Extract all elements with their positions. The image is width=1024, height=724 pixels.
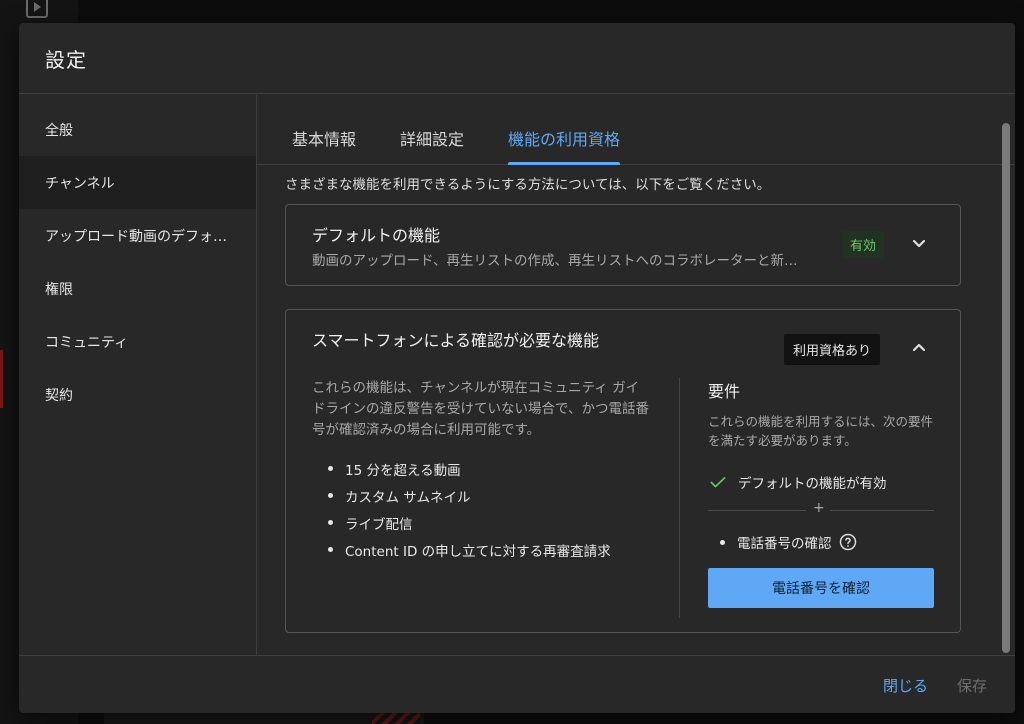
- plus-icon: +: [813, 500, 825, 516]
- card-subtitle: 動画のアップロード、再生リストの作成、再生リストへのコラボレーターと新…: [312, 253, 798, 269]
- card-title: デフォルトの機能: [312, 226, 441, 245]
- intro-text: さまざまな機能を利用できるようにする方法については、以下をご覧ください。: [285, 177, 771, 193]
- close-button[interactable]: 閉じる: [883, 675, 928, 696]
- sidebar-item-label: アップロード動画のデフォ…: [45, 228, 227, 245]
- status-badge: 有効: [842, 231, 885, 258]
- tab-bar: 基本情報 詳細設定 機能の利用資格: [257, 95, 1015, 165]
- tab-feature-eligibility[interactable]: 機能の利用資格: [508, 126, 621, 165]
- sidebar-item-label: 全般: [45, 122, 73, 139]
- sidebar-item-permissions[interactable]: 権限: [19, 262, 256, 315]
- card-title: スマートフォンによる確認が必要な機能: [312, 331, 600, 350]
- sidebar-item-label: コミュニティ: [45, 334, 129, 351]
- sidebar-item-channel[interactable]: チャンネル: [19, 156, 256, 209]
- help-icon[interactable]: [838, 532, 858, 552]
- requirement-separator: +: [708, 500, 934, 517]
- video-library-icon: [26, 0, 48, 18]
- bullet: [720, 539, 725, 545]
- status-badge: 利用資格あり: [784, 334, 881, 365]
- scrollbar[interactable]: [1002, 123, 1010, 653]
- phone-verification-card: スマートフォンによる確認が必要な機能 利用資格あり これらの機能は、チャンネルが…: [285, 309, 961, 633]
- dialog-title: 設定: [45, 47, 87, 72]
- requirements-title: 要件: [708, 382, 741, 401]
- list-item: Content ID の申し立てに対する再審査請求: [312, 536, 652, 563]
- verify-phone-button[interactable]: 電話番号を確認: [708, 568, 934, 608]
- requirement-label: デフォルトの機能が有効: [738, 476, 887, 492]
- requirement-pending: 電話番号の確認: [708, 532, 934, 552]
- dialog-body: 全般 チャンネル アップロード動画のデフォ… 権限 コミュニティ 契約 基本情報…: [19, 95, 1015, 655]
- requirements-section: 要件 これらの機能を利用するには、次の要件を満たす必要があります。 デフォルトの…: [708, 378, 934, 552]
- tab-advanced-settings[interactable]: 詳細設定: [400, 126, 464, 164]
- features-description: これらの機能は、チャンネルが現在コミュニティ ガイドラインの違反警告を受けていな…: [312, 380, 649, 438]
- requirement-label: 電話番号の確認: [737, 536, 832, 552]
- background-accent-line: [0, 350, 3, 408]
- sidebar-item-label: 契約: [45, 387, 73, 404]
- channel-settings-panel: 基本情報 詳細設定 機能の利用資格 さまざまな機能を利用できるようにする方法につ…: [257, 95, 1015, 655]
- feature-list: 15 分を超える動画 カスタム サムネイル ライブ配信 Content ID の…: [312, 455, 652, 563]
- tab-basic-info[interactable]: 基本情報: [292, 126, 356, 164]
- default-features-card[interactable]: デフォルトの機能 動画のアップロード、再生リストの作成、再生リストへのコラボレー…: [285, 204, 961, 286]
- save-button[interactable]: 保存: [957, 675, 987, 696]
- requirement-met: デフォルトの機能が有効: [708, 472, 934, 492]
- sidebar-item-agreements[interactable]: 契約: [19, 368, 256, 421]
- sidebar-item-community[interactable]: コミュニティ: [19, 315, 256, 368]
- list-item: ライブ配信: [312, 509, 652, 536]
- dialog-footer: 閉じる 保存: [19, 655, 1015, 713]
- list-item: カスタム サムネイル: [312, 482, 652, 509]
- chevron-down-icon[interactable]: [907, 231, 931, 255]
- list-item: 15 分を超える動画: [312, 455, 652, 482]
- section-divider: [679, 378, 680, 618]
- sidebar-item-label: 権限: [45, 281, 73, 298]
- sidebar-item-general[interactable]: 全般: [19, 103, 256, 156]
- features-section: これらの機能は、チャンネルが現在コミュニティ ガイドラインの違反警告を受けていな…: [312, 378, 652, 563]
- dialog-header: 設定: [19, 23, 1015, 94]
- settings-dialog: 設定 全般 チャンネル アップロード動画のデフォ… 権限 コミュニティ 契約 基…: [19, 23, 1015, 713]
- requirements-description: これらの機能を利用するには、次の要件を満たす必要があります。: [708, 414, 934, 448]
- chevron-up-icon[interactable]: [907, 336, 931, 360]
- sidebar-item-label: チャンネル: [45, 175, 115, 192]
- check-icon: [710, 477, 726, 488]
- settings-sidebar: 全般 チャンネル アップロード動画のデフォ… 権限 コミュニティ 契約: [19, 95, 257, 655]
- sidebar-item-upload-defaults[interactable]: アップロード動画のデフォ…: [19, 209, 256, 262]
